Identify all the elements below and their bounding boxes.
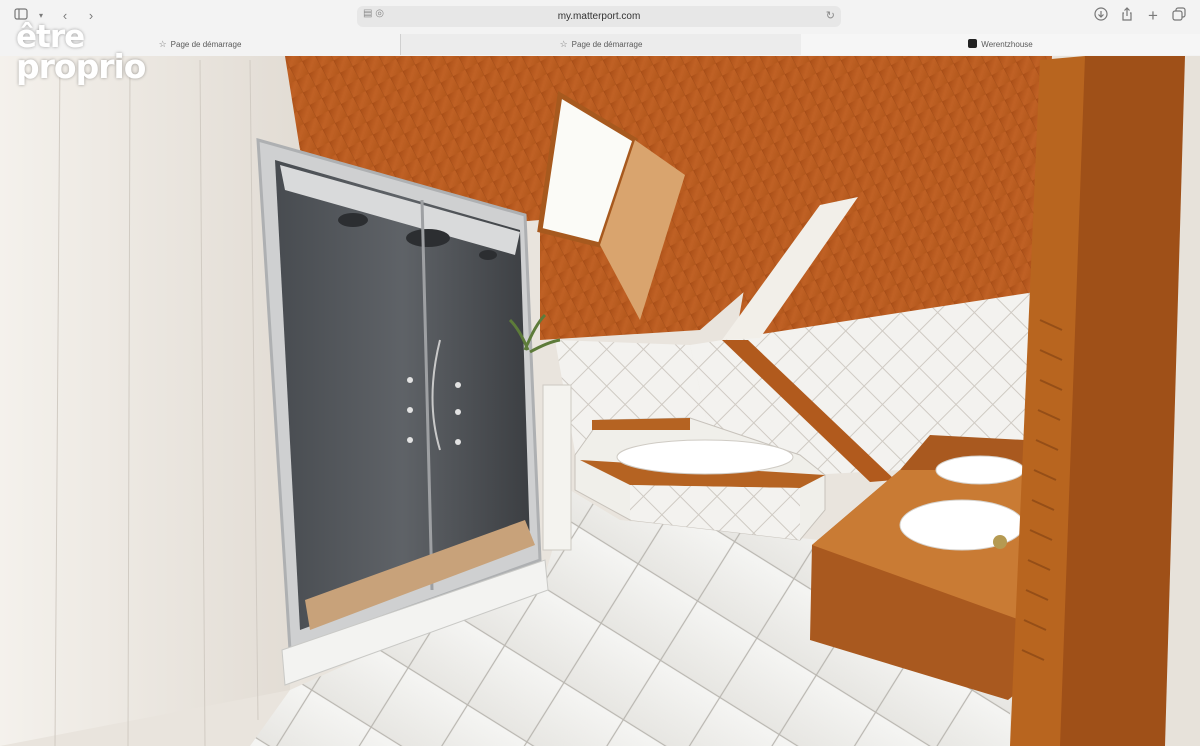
- browser-chrome: ▾ ‹ › ▤ ◎ my.matterport.com ↻ + ☆ Page de…: [0, 0, 1200, 57]
- etre-proprio-logo: être proprio: [16, 19, 146, 86]
- star-icon: ☆: [559, 39, 568, 49]
- tab-label: Page de démarrage: [571, 40, 643, 49]
- bathroom-panorama: [0, 56, 1200, 746]
- reload-icon[interactable]: ↻: [826, 9, 835, 22]
- browser-toolbar: ▾ ‹ › ▤ ◎ my.matterport.com ↻ +: [0, 0, 1200, 33]
- matterport-favicon-icon: [968, 39, 978, 48]
- tab-label: Werentzhouse: [981, 40, 1033, 49]
- address-bar[interactable]: ▤ ◎ my.matterport.com ↻: [357, 6, 841, 27]
- star-icon: ☆: [158, 39, 167, 49]
- tab-label: Page de démarrage: [170, 40, 242, 49]
- matterport-3d-viewer[interactable]: [0, 56, 1200, 746]
- tab-werentzhouse[interactable]: Werentzhouse: [801, 34, 1200, 55]
- tab-strip: ☆ Page de démarrage ☆ Page de démarrage We…: [0, 34, 1200, 55]
- new-tab-icon[interactable]: +: [1144, 7, 1162, 25]
- download-icon[interactable]: [1092, 7, 1110, 25]
- tab-overview-icon[interactable]: [1170, 7, 1188, 25]
- share-icon[interactable]: [1118, 7, 1136, 25]
- url-text: my.matterport.com: [557, 11, 641, 22]
- tab-start-page-2[interactable]: ☆ Page de démarrage: [400, 34, 802, 55]
